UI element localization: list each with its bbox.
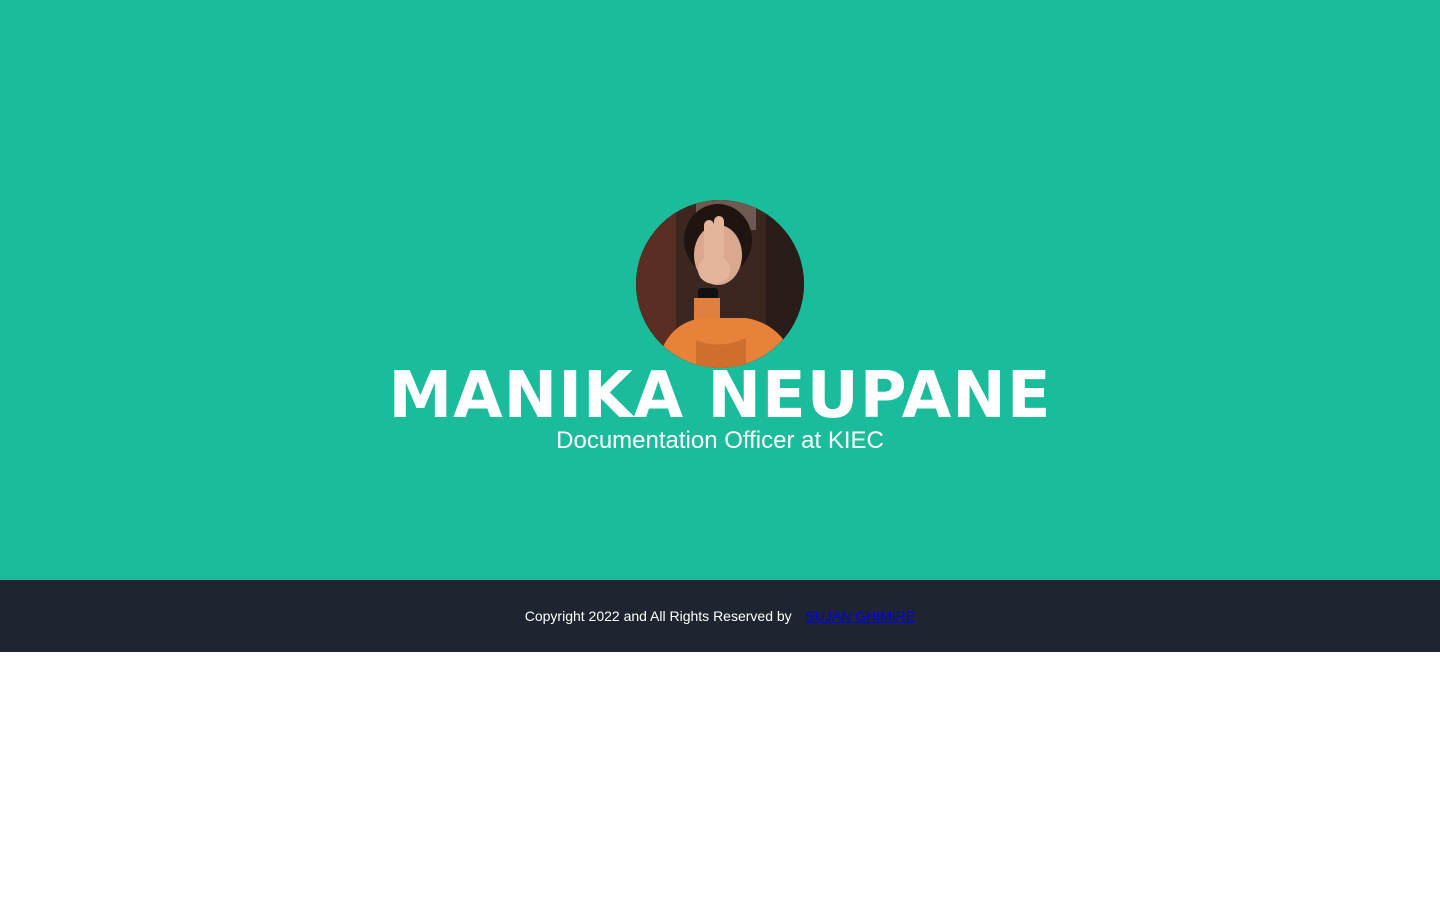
social-links (0, 462, 1440, 482)
author-link[interactable]: SUJAN GHIMIRE (806, 608, 916, 624)
profile-photo (636, 200, 804, 368)
hero-section: MANIKA NEUPANE Documentation Officer at … (0, 0, 1440, 580)
footer: Copyright 2022 and All Rights Reserved b… (0, 580, 1440, 652)
copyright-text: Copyright 2022 and All Rights Reserved b… (524, 608, 792, 624)
profile-name: MANIKA NEUPANE (388, 359, 1052, 433)
footer-text: Copyright 2022 and All Rights Reserved b… (0, 607, 1440, 625)
profile-avatar (636, 200, 804, 368)
profile-title: Documentation Officer at KIEC (556, 427, 884, 454)
